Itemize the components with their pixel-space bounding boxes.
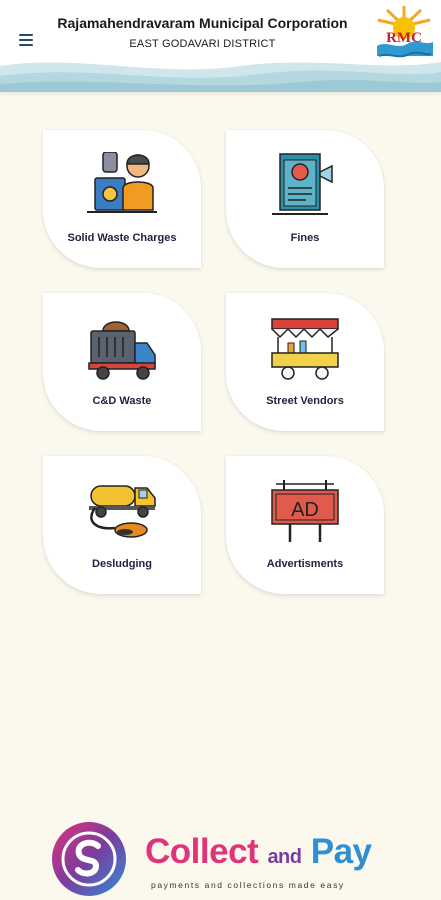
service-label: C&D Waste (92, 395, 152, 407)
header-title: Rajamahendravaram Municipal Corporation (57, 15, 348, 31)
septic-tanker-icon (89, 485, 156, 538)
service-label: Fines (290, 232, 320, 244)
brand-name: Collect and Pay (145, 832, 372, 872)
service-card-desludging[interactable]: Desludging (43, 456, 201, 594)
fine-notice-icon (272, 153, 333, 215)
service-label: Desludging (92, 558, 152, 570)
rmc-logo: RMC (377, 6, 433, 58)
service-card-advertisments[interactable]: AD Advertisments (226, 456, 384, 594)
service-card-street-vendors[interactable]: Street Vendors (226, 293, 384, 431)
brand-word-pay: Pay (310, 832, 372, 871)
service-label: Advertisments (266, 558, 344, 570)
service-card-fines[interactable]: Fines (226, 130, 384, 268)
app-header: Rajamahendravaram Municipal Corporation … (0, 0, 441, 92)
service-card-cd-waste[interactable]: C&D Waste (43, 293, 201, 431)
vendor-cart-icon (271, 318, 339, 380)
service-label: Solid Waste Charges (67, 232, 177, 244)
collect-and-pay-logo-icon (52, 822, 126, 896)
rmc-logo-text: RMC (386, 30, 422, 46)
billboard-text: AD (291, 499, 319, 521)
billboard-icon: AD (271, 480, 339, 542)
dump-truck-icon (88, 321, 156, 380)
service-label: Street Vendors (266, 395, 344, 407)
brand-word-collect: Collect (145, 832, 259, 871)
brand-tagline: payments and collections made easy (151, 880, 345, 890)
waste-collector-icon (87, 152, 157, 213)
header-subtitle: EAST GODAVARI DISTRICT (129, 38, 276, 50)
brand-word-and: and (267, 846, 302, 868)
service-card-solid-waste-charges[interactable]: Solid Waste Charges (43, 130, 201, 268)
